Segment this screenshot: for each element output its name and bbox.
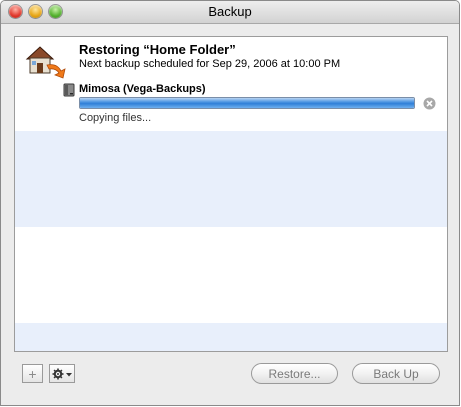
empty-list-row	[15, 227, 447, 323]
window-title: Backup	[208, 4, 252, 19]
backup-item-row[interactable]: Restoring “Home Folder” Next backup sche…	[15, 37, 447, 131]
gear-icon	[52, 368, 72, 379]
restore-button[interactable]: Restore...	[251, 363, 338, 384]
empty-list-row	[15, 323, 447, 351]
action-menu-button[interactable]	[49, 364, 75, 383]
home-folder-icon	[25, 46, 66, 79]
back-up-button[interactable]: Back Up	[352, 363, 440, 384]
cancel-icon[interactable]	[423, 97, 436, 110]
backup-destination: Mimosa (Vega-Backups)	[79, 83, 206, 95]
next-backup-schedule: Next backup scheduled for Sep 29, 2006 a…	[79, 58, 341, 70]
chevron-down-icon	[66, 372, 72, 376]
status-text: Copying files...	[79, 112, 152, 124]
progress-bar	[79, 97, 415, 109]
backup-list[interactable]: Restoring “Home Folder” Next backup sche…	[14, 36, 448, 352]
backup-window: Backup Restoring “Home Folder” Next back…	[0, 0, 460, 406]
empty-list-row	[15, 131, 447, 227]
add-button[interactable]: +	[22, 364, 43, 383]
progress-bar-fill	[80, 98, 414, 108]
title-bar[interactable]: Backup	[1, 1, 459, 24]
add-button-label: +	[28, 365, 37, 382]
disk-icon	[63, 83, 75, 97]
restore-title: Restoring “Home Folder”	[79, 42, 236, 57]
